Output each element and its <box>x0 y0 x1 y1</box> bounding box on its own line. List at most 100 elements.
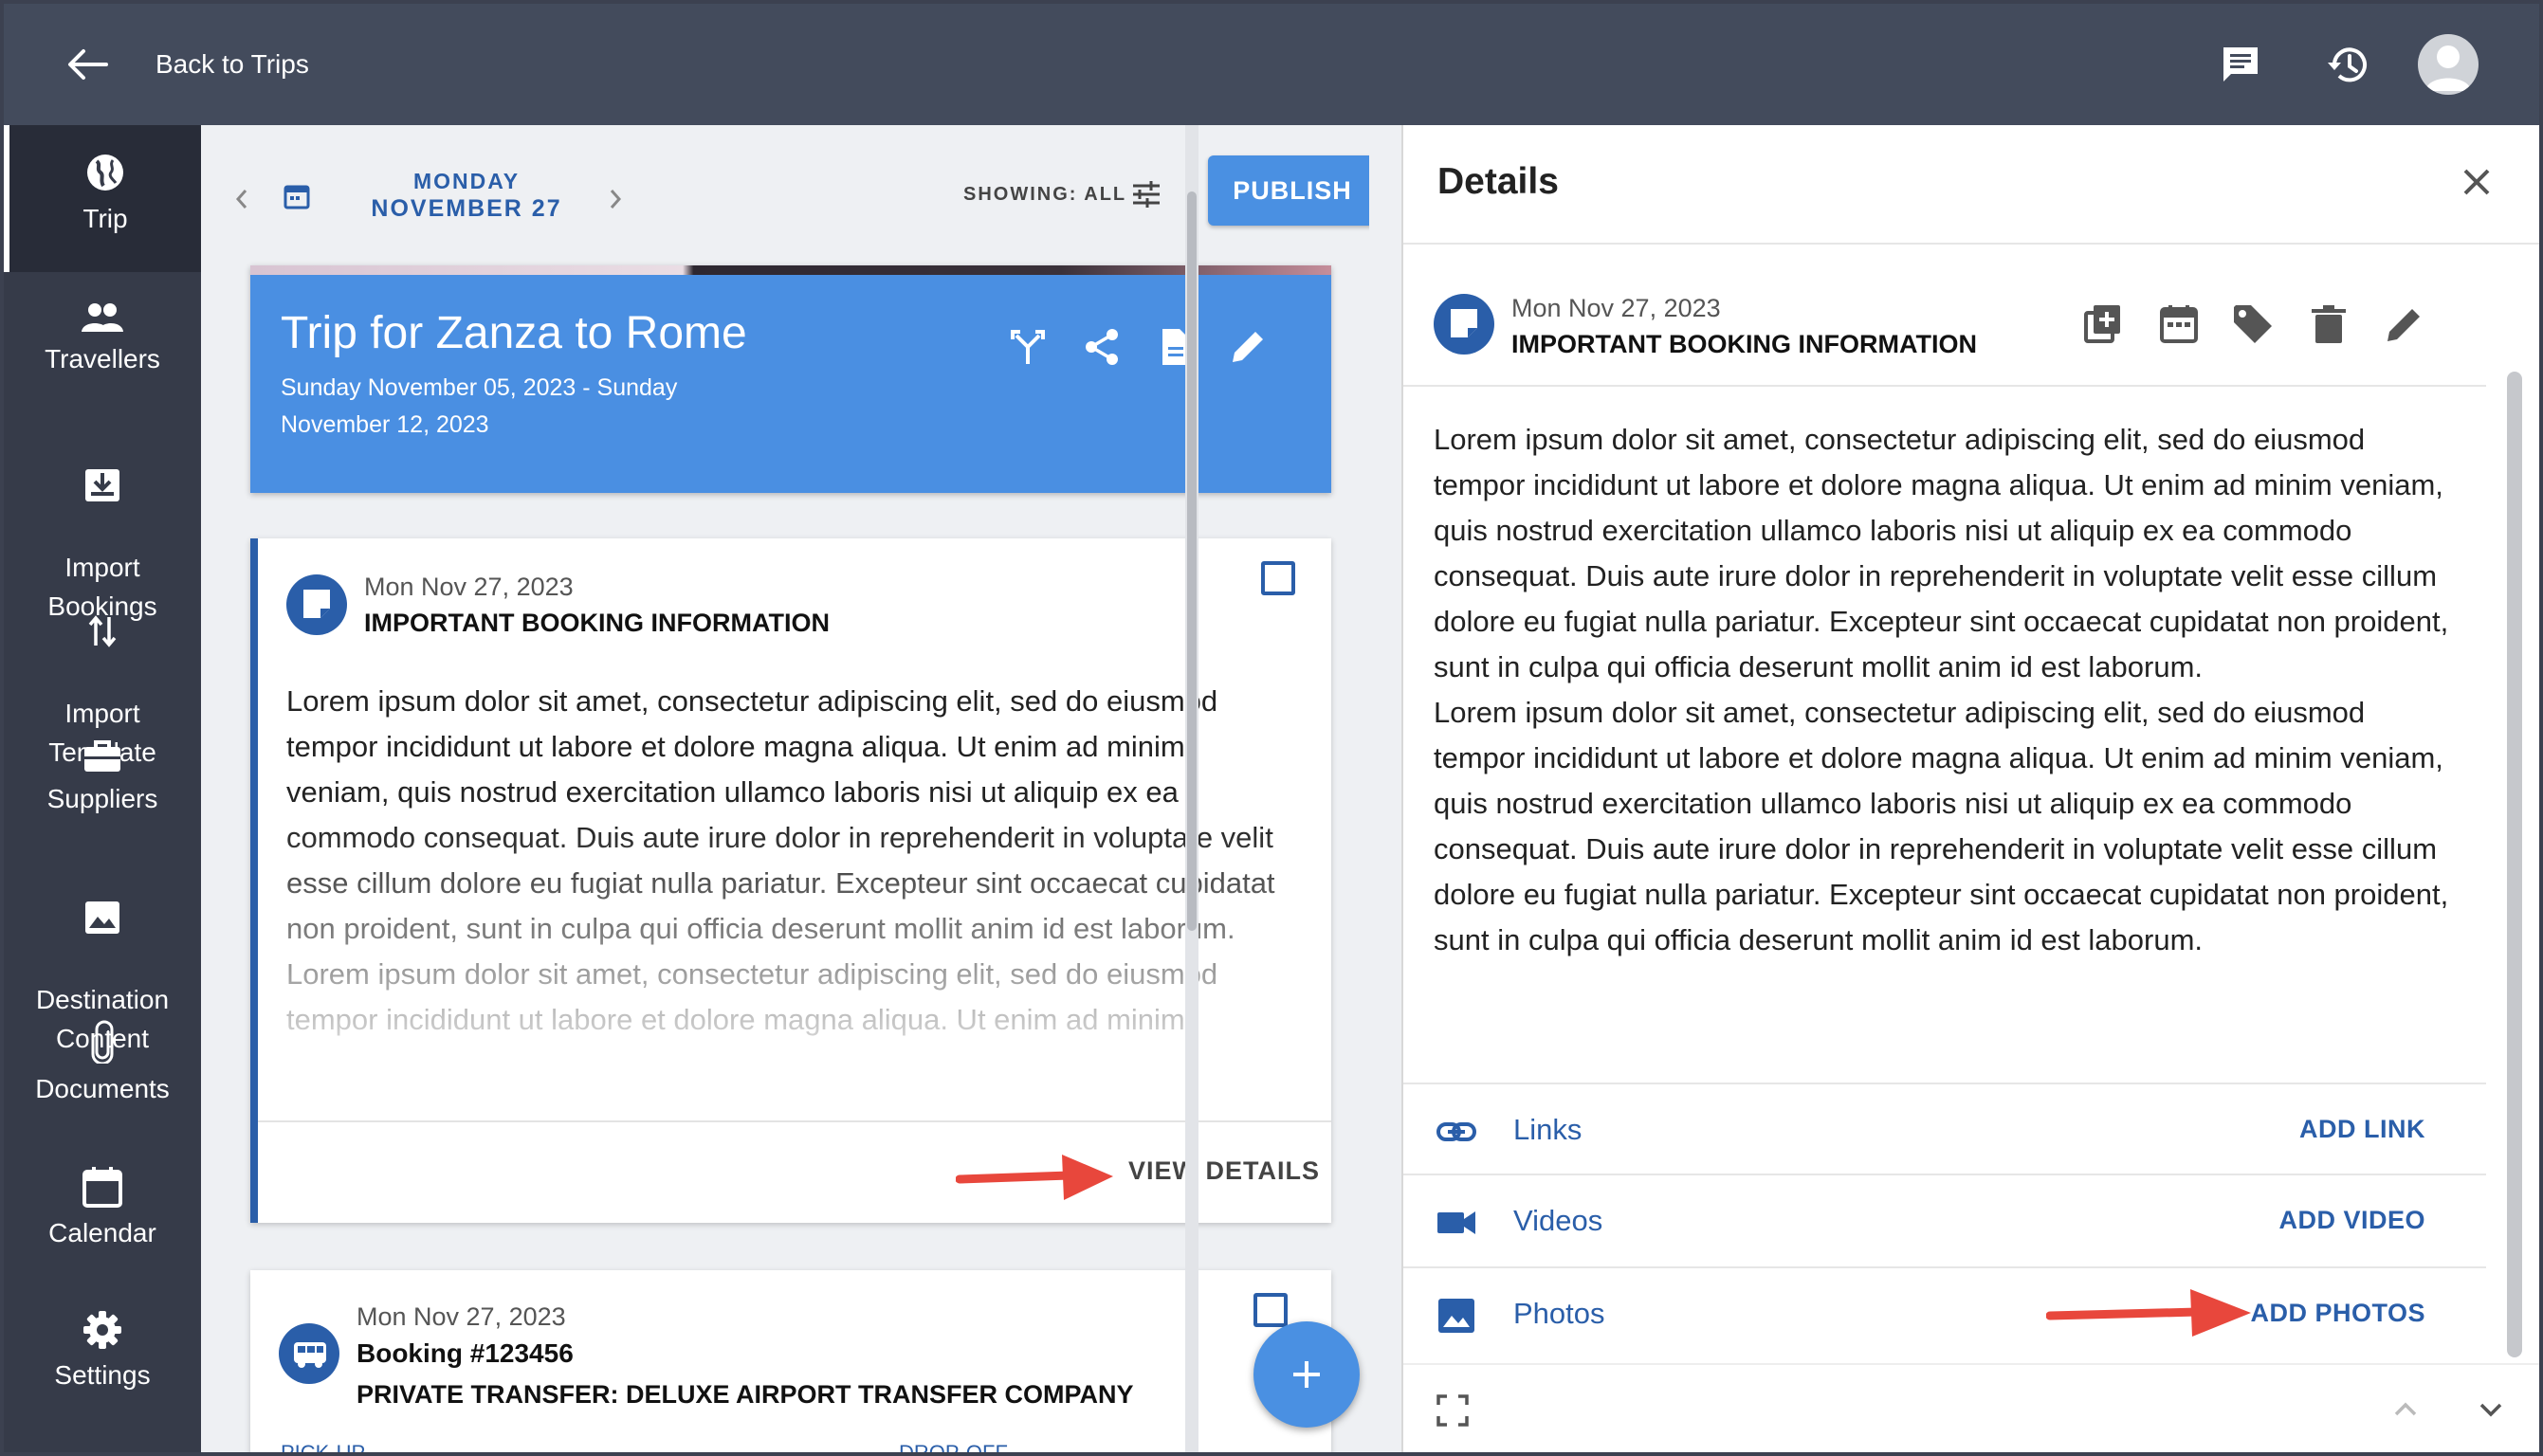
globe-icon <box>87 155 123 191</box>
trip-header-card: Trip for Zanza to Rome Sunday November 0… <box>250 265 1331 493</box>
cover-image <box>250 265 1331 275</box>
card-paragraph: Lorem ipsum dolor sit amet, consectetur … <box>286 957 1218 1036</box>
chevron-down-icon[interactable] <box>2477 1395 2505 1424</box>
trip-dates: Sunday November 05, 2023 - Sunday Novemb… <box>281 370 698 444</box>
sidebar-item-label: Travellers <box>45 344 160 373</box>
links-row: Links ADD LINK <box>1403 1083 2486 1175</box>
trash-icon[interactable] <box>2306 301 2351 347</box>
view-details-button[interactable]: VIEW DETAILS <box>1128 1156 1320 1186</box>
details-header: Details <box>1403 125 2539 245</box>
red-arrow-annotation-icon <box>956 1155 1113 1200</box>
calendar-icon[interactable] <box>2156 301 2202 347</box>
sidebar-item-label: Trip <box>82 204 128 233</box>
edit-pencil-icon[interactable] <box>1227 326 1269 368</box>
details-paragraph: Lorem ipsum dolor sit amet, consectetur … <box>1434 696 2449 956</box>
add-link-button[interactable]: ADD LINK <box>2299 1115 2425 1144</box>
details-scrollbar[interactable] <box>2486 245 2539 1363</box>
details-paragraph: Lorem ipsum dolor sit amet, consectetur … <box>1434 423 2449 683</box>
tag-icon[interactable] <box>2230 301 2276 347</box>
sidebar-item-documents[interactable]: Documents <box>4 1020 201 1108</box>
card-date: Mon Nov 27, 2023 <box>364 573 574 601</box>
chevron-right-icon[interactable] <box>603 188 626 210</box>
swap-vertical-icon <box>88 615 117 647</box>
fullscreen-icon[interactable] <box>1436 1393 1470 1428</box>
videos-row: Videos ADD VIDEO <box>1403 1175 2486 1268</box>
link-icon <box>1436 1122 1476 1141</box>
divider <box>1403 385 2486 387</box>
current-date: NOVEMBER 27 <box>371 195 562 222</box>
sidebar-item-trip[interactable]: Trip <box>4 125 201 272</box>
calendar-icon[interactable] <box>283 182 311 210</box>
chat-icon[interactable] <box>2217 42 2264 89</box>
top-bar: Back to Trips <box>4 4 2539 125</box>
photos-label: Photos <box>1513 1297 1605 1330</box>
briefcase-icon <box>84 740 120 772</box>
chevron-left-icon[interactable] <box>231 188 254 210</box>
edit-pencil-icon[interactable] <box>2382 301 2427 347</box>
trip-title: Trip for Zanza to Rome <box>281 308 747 358</box>
close-icon[interactable] <box>2458 163 2496 201</box>
import-icon <box>85 469 119 501</box>
chevron-up-icon[interactable] <box>2391 1395 2420 1424</box>
back-arrow-icon[interactable] <box>64 46 110 83</box>
share-icon[interactable] <box>1081 326 1123 368</box>
card-description: Lorem ipsum dolor sit amet, consectetur … <box>286 679 1291 1086</box>
bus-icon <box>279 1323 339 1384</box>
video-camera-icon <box>1437 1211 1475 1234</box>
add-photos-button[interactable]: ADD PHOTOS <box>2250 1299 2425 1328</box>
booking-card: Mon Nov 27, 2023 IMPORTANT BOOKING INFOR… <box>250 538 1331 1223</box>
showing-filter-label[interactable]: SHOWING: ALL <box>963 184 1126 206</box>
card-title: PRIVATE TRANSFER: DELUXE AIRPORT TRANSFE… <box>357 1380 1134 1409</box>
people-icon <box>82 303 123 332</box>
scrollbar-thumb[interactable] <box>2507 372 2522 1357</box>
detail-title: IMPORTANT BOOKING INFORMATION <box>1511 330 1977 358</box>
note-icon <box>286 574 347 635</box>
app-window: Back to Trips Trip Travellers Import Boo… <box>4 4 2539 1452</box>
avatar[interactable] <box>2418 34 2479 95</box>
add-video-button[interactable]: ADD VIDEO <box>2278 1206 2425 1235</box>
sidebar-item-label: Settings <box>54 1360 151 1390</box>
card-divider <box>258 1120 1331 1122</box>
user-avatar-icon <box>2425 46 2471 91</box>
sidebar: Trip Travellers Import Bookings Import T… <box>4 125 201 1452</box>
details-heading: Details <box>1437 161 1559 202</box>
add-copy-icon[interactable] <box>2080 301 2126 347</box>
booking-number: Booking #123456 <box>357 1338 574 1368</box>
red-arrow-annotation-icon <box>2046 1289 2251 1337</box>
sidebar-item-travellers[interactable]: Travellers <box>4 301 201 378</box>
sidebar-item-suppliers[interactable]: Suppliers <box>4 739 201 818</box>
scrollbar-thumb[interactable] <box>1187 191 1197 931</box>
booking-card: Mon Nov 27, 2023 Booking #123456 PRIVATE… <box>250 1270 1331 1452</box>
details-description: Lorem ipsum dolor sit amet, consectetur … <box>1434 417 2458 963</box>
merge-icon[interactable] <box>1007 326 1049 368</box>
publish-button[interactable]: PUBLISH <box>1208 155 1369 226</box>
sidebar-item-calendar[interactable]: Calendar <box>4 1166 201 1252</box>
sidebar-item-label: Documents <box>35 1074 170 1103</box>
select-checkbox[interactable] <box>1261 561 1295 595</box>
add-item-button[interactable] <box>1253 1321 1360 1428</box>
card-paragraph: Lorem ipsum dolor sit amet, consectetur … <box>286 684 1275 945</box>
paperclip-icon <box>91 1020 114 1064</box>
filter-sliders-icon[interactable] <box>1130 178 1162 210</box>
sidebar-item-label: Calendar <box>48 1218 156 1247</box>
card-date: Mon Nov 27, 2023 <box>357 1302 566 1331</box>
gear-icon <box>83 1311 121 1349</box>
trip-dates-line1: Sunday November 05, 2023 - Sunday <box>281 374 678 401</box>
dropoff-link[interactable]: DROP-OFF <box>899 1441 1008 1452</box>
itinerary-scrollbar[interactable] <box>1185 125 1198 1452</box>
photo-icon <box>1438 1299 1474 1333</box>
detail-date: Mon Nov 27, 2023 <box>1511 294 1721 322</box>
back-to-trips-link[interactable]: Back to Trips <box>156 49 309 80</box>
current-day-name: MONDAY <box>412 169 521 193</box>
history-icon[interactable] <box>2325 42 2372 89</box>
sidebar-item-settings[interactable]: Settings <box>4 1310 201 1394</box>
details-panel: Details Mon Nov 27, 2023 IMPORTANT BOOKI… <box>1401 125 2539 1452</box>
details-footer <box>1403 1363 2539 1452</box>
plus-icon <box>1293 1361 1320 1388</box>
pickup-link[interactable]: PICK-UP <box>281 1441 365 1452</box>
image-icon <box>85 901 119 934</box>
note-icon <box>1434 294 1494 355</box>
links-label: Links <box>1513 1113 1583 1146</box>
trip-dates-line2: November 12, 2023 <box>281 411 489 438</box>
videos-label: Videos <box>1513 1204 1603 1237</box>
